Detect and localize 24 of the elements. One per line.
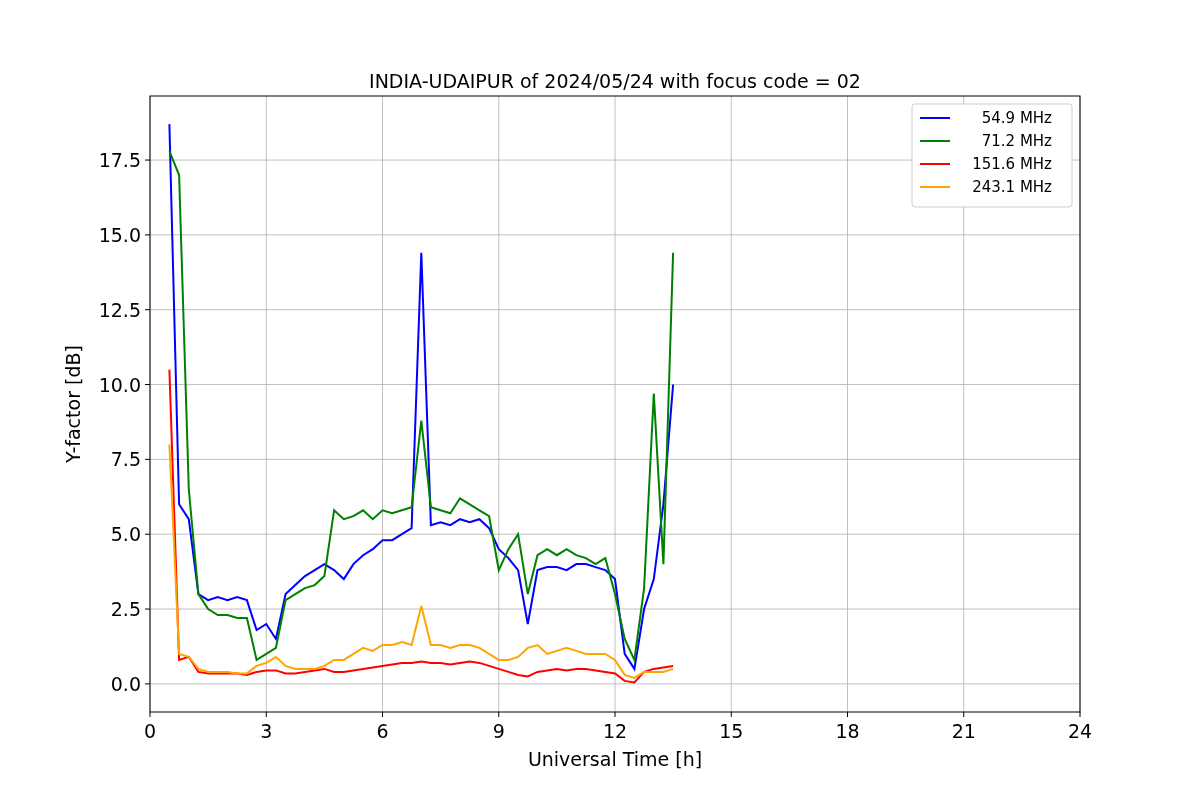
legend-label: 151.6 MHz (972, 155, 1052, 173)
y-tick-label: 12.5 (98, 298, 141, 321)
x-tick-label: 21 (951, 720, 976, 742)
y-tick-label: 7.5 (110, 448, 141, 471)
x-tick-label: 3 (260, 720, 273, 742)
legend-label: 243.1 MHz (972, 178, 1052, 196)
y-tick-label: 15.0 (98, 223, 141, 246)
y-tick-label: 0.0 (110, 672, 141, 695)
x-tick-label: 9 (492, 720, 505, 742)
y-tick-label: 5.0 (110, 523, 141, 546)
chart-title: INDIA-UDAIPUR of 2024/05/24 with focus code = 02 (369, 70, 861, 92)
x-tick-label: 15 (719, 720, 744, 742)
legend-label: 54.9 MHz (981, 109, 1052, 127)
y-tick-label: 10.0 (98, 373, 141, 396)
x-tick-label: 18 (835, 720, 860, 742)
x-axis-label: Universal Time [h] (527, 748, 703, 770)
x-tick-label: 24 (1067, 720, 1093, 742)
y-axis-label: Y-factor [dB] (62, 345, 84, 463)
x-tick-label: 12 (602, 720, 628, 742)
y-tick-label: 17.5 (98, 149, 141, 172)
x-tick-label: 6 (376, 720, 389, 742)
y-tick-label: 2.5 (110, 598, 141, 621)
legend-label: 71.2 MHz (981, 132, 1052, 150)
x-tick-label: 0 (143, 720, 157, 742)
